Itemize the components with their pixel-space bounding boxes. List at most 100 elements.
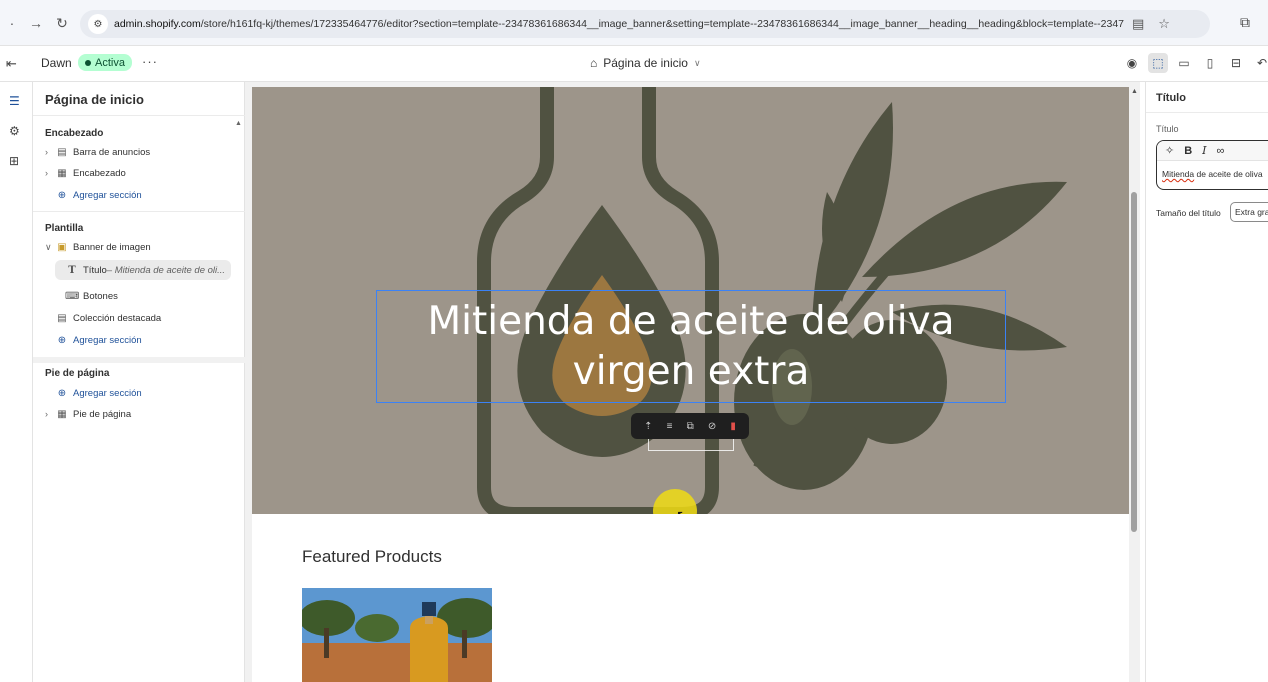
sections-icon[interactable]: ☰ [9, 94, 20, 108]
group-template: Plantilla [45, 223, 84, 234]
forward-icon[interactable]: → [24, 11, 48, 35]
featured-products-title: Featured Products [302, 547, 442, 566]
sidebar-item-header[interactable]: › ▦ Encabezado [45, 163, 126, 183]
sidebar-item-buttons-block[interactable]: ⌨ Botones [65, 286, 118, 306]
sidebar-item-label: Encabezado [73, 167, 126, 179]
theme-name: Dawn [41, 56, 72, 70]
mouse-cursor-icon: ↖ [676, 507, 688, 514]
sidebar-item-footer[interactable]: › ▦ Pie de página [45, 404, 131, 424]
scrollbar-thumb[interactable] [1131, 192, 1137, 532]
sidebar-item-title-block[interactable]: T Título – Mitienda de aceite de oli... [55, 260, 231, 280]
sidebar-item-image-banner[interactable]: ∨ ▣ Banner de imagen [45, 237, 151, 257]
url-path: /store/h161fq-kj/themes/172335464776/edi… [200, 18, 1124, 30]
divider [33, 211, 245, 212]
extensions-icon[interactable]: ⧉ [1240, 14, 1250, 31]
exit-editor-icon[interactable]: ⇤ [6, 56, 17, 72]
image-banner[interactable]: Mitienda de aceite de oliva virgen extra… [252, 87, 1129, 514]
link-icon[interactable]: ∞ [1217, 145, 1225, 157]
url-text: admin.shopify.com/store/h161fq-kj/themes… [114, 18, 1124, 30]
hide-icon[interactable]: ⊘ [708, 421, 716, 432]
inspector-icon[interactable]: ⬚ [1148, 53, 1168, 73]
move-up-icon[interactable]: ⇡ [644, 421, 652, 432]
apps-icon[interactable]: ⊞ [9, 154, 19, 168]
scroll-up-icon[interactable]: ▲ [235, 120, 242, 127]
sections-sidebar: Página de inicio ▲ Encabezado › ▤ Barra … [33, 82, 245, 682]
more-actions-icon[interactable]: ··· [142, 54, 158, 69]
heading-size-select[interactable]: Extra grande [1230, 202, 1268, 222]
status-badge-label: Activa [95, 56, 125, 69]
duplicate-icon[interactable]: ⧉ [687, 421, 694, 432]
chevron-right-icon[interactable]: › [45, 168, 55, 178]
ai-sparkle-icon[interactable]: ✧ [1165, 144, 1174, 157]
sidebar-item-label: Banner de imagen [73, 241, 151, 253]
olive-oil-product-photo [302, 588, 492, 682]
scroll-up-icon[interactable]: ▲ [1131, 88, 1138, 95]
group-header: Encabezado [45, 128, 104, 139]
page-selector-label: Página de inicio [603, 56, 688, 70]
preview-scrollbar[interactable]: ▲ [1129, 82, 1140, 682]
settings-panel: Título Título ✧ B I ∞ Mitienda de aceite… [1145, 82, 1268, 682]
move-down-icon[interactable]: ≡ [667, 421, 673, 432]
mobile-view-icon[interactable]: ▯ [1200, 53, 1220, 73]
plus-circle-icon: ⊕ [57, 189, 67, 201]
banner-heading[interactable]: Mitienda de aceite de oliva virgen extra [377, 297, 1005, 397]
plus-circle-icon: ⊕ [57, 387, 67, 399]
heading-input-rest: de aceite de oliva [1194, 169, 1263, 179]
editor-topbar: ⇤ Dawn Activa ··· ⌂ Página de inicio ∨ ◉… [0, 46, 1268, 82]
desktop-view-icon[interactable]: ▭ [1174, 53, 1194, 73]
heading-rich-text-editor[interactable]: ✧ B I ∞ Mitienda de aceite de oliva [1156, 140, 1268, 190]
chevron-right-icon[interactable]: › [45, 409, 55, 419]
add-section-footer-button[interactable]: ⊕ Agregar sección [45, 383, 142, 403]
divider [33, 357, 245, 363]
address-bar[interactable]: ⚙ admin.shopify.com/store/h161fq-kj/them… [80, 10, 1210, 38]
chevron-down-icon[interactable]: ∨ [45, 242, 55, 253]
image-icon: ▣ [57, 241, 67, 253]
misspelled-word: Mitienda [1162, 169, 1195, 179]
divider [1146, 112, 1268, 113]
theme-settings-icon[interactable]: ◉ [1122, 53, 1142, 73]
heading-input[interactable]: Mitienda de aceite de oliva [1157, 161, 1268, 187]
layout-icon: ▤ [57, 146, 67, 158]
sidebar-title: Página de inicio [45, 92, 144, 107]
page-selector[interactable]: ⌂ Página de inicio ∨ [590, 56, 701, 70]
sidebar-item-featured-collection[interactable]: ▤ Colección destacada [45, 308, 161, 328]
delete-icon[interactable]: ▮ [730, 421, 736, 432]
translate-icon[interactable]: ▤ [1132, 16, 1144, 32]
footer-layout-icon: ▦ [57, 408, 67, 420]
sidebar-item-label: Barra de anuncios [73, 146, 151, 158]
sidebar-item-announcement-bar[interactable]: › ▤ Barra de anuncios [45, 142, 150, 162]
banner-heading-selected[interactable]: Mitienda de aceite de oliva virgen extra [376, 290, 1006, 403]
theme-preview: Mitienda de aceite de oliva virgen extra… [245, 82, 1140, 682]
settings-panel-title: Título [1156, 92, 1186, 104]
home-icon: ⌂ [590, 56, 598, 70]
text-icon: T [68, 264, 76, 276]
fullscreen-icon[interactable]: ⊟ [1226, 53, 1246, 73]
collection-icon: ▤ [57, 312, 67, 324]
block-preview-text: – Mitienda de aceite de oli... [106, 264, 226, 276]
product-image[interactable] [302, 588, 492, 682]
block-label: Botones [83, 290, 118, 302]
sidebar-item-label: Pie de página [73, 408, 132, 420]
add-section-template-button[interactable]: ⊕ Agregar sección [45, 330, 142, 350]
add-section-header-button[interactable]: ⊕ Agregar sección [45, 185, 142, 205]
left-rail: ☰ ⚙ ⊞ [0, 82, 33, 682]
heading-field-label: Título [1156, 124, 1179, 134]
divider [33, 115, 245, 116]
block-label: Título [83, 264, 107, 276]
block-toolbar: ⇡ ≡ ⧉ ⊘ ▮ [631, 413, 749, 439]
add-section-label: Agregar sección [73, 387, 142, 399]
add-section-label: Agregar sección [73, 189, 142, 201]
url-host: admin.shopify.com [114, 18, 201, 30]
rte-toolbar: ✧ B I ∞ [1157, 141, 1268, 161]
add-section-label: Agregar sección [73, 334, 142, 346]
bold-icon[interactable]: B [1184, 145, 1192, 157]
chevron-right-icon[interactable]: › [45, 147, 55, 157]
back-icon[interactable]: · [0, 11, 24, 35]
bookmark-star-icon[interactable]: ☆ [1158, 16, 1170, 32]
sidebar-item-label: Colección destacada [73, 312, 162, 324]
reload-icon[interactable]: ↻ [50, 11, 74, 35]
italic-icon[interactable]: I [1202, 144, 1206, 157]
undo-icon[interactable]: ↶ [1252, 53, 1268, 73]
site-settings-icon[interactable]: ⚙ [88, 14, 108, 34]
theme-settings-gear-icon[interactable]: ⚙ [9, 124, 20, 138]
